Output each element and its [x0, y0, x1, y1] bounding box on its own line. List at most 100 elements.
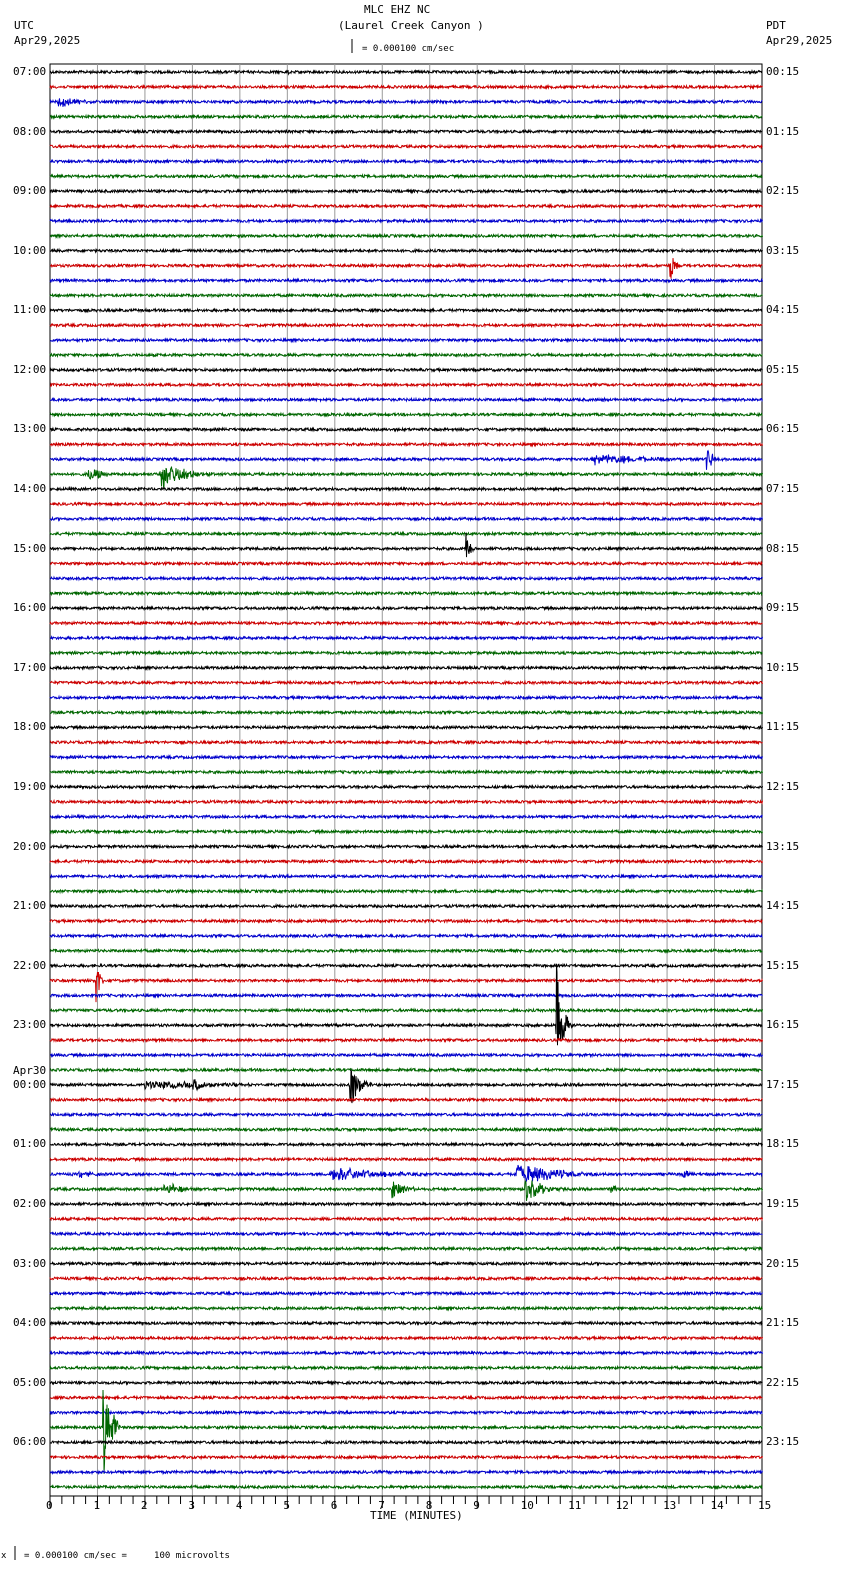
trace-73	[49, 1156, 763, 1163]
trace-84	[49, 1319, 763, 1327]
trace-64	[49, 963, 763, 1046]
utc-hour-label: 03:00	[13, 1256, 47, 1270]
trace-95	[50, 1483, 763, 1491]
trace-47	[49, 768, 763, 776]
plot-area	[14, 39, 763, 1560]
trace-7	[49, 173, 763, 180]
plot-frame	[49, 63, 763, 1497]
trace-52	[49, 843, 763, 850]
utc-hour-label: 17:00	[13, 660, 47, 674]
utc-hour-label: 08:00	[13, 124, 47, 138]
trace-16	[49, 307, 763, 314]
trace-81	[49, 1275, 763, 1282]
trace-31	[49, 530, 763, 537]
trace-88	[49, 1379, 763, 1386]
trace-53	[49, 858, 763, 865]
trace-33	[49, 560, 763, 567]
trace-17	[49, 321, 763, 329]
utc-hour-label: 09:00	[13, 184, 47, 198]
pdt-hour-label: 17:15	[766, 1077, 800, 1091]
trace-75	[49, 1180, 763, 1201]
trace-60	[50, 962, 763, 969]
x-tick-label: 0	[46, 1499, 53, 1512]
date-change-label: Apr30	[13, 1063, 47, 1077]
utc-hour-label: 23:00	[13, 1018, 47, 1032]
utc-hour-label: 18:00	[13, 720, 47, 734]
pdt-hour-label: 22:15	[766, 1375, 800, 1389]
trace-65	[49, 1036, 763, 1044]
trace-32	[49, 532, 763, 558]
trace-94	[49, 1468, 763, 1476]
trace-58	[49, 932, 763, 940]
utc-hour-label: 10:00	[13, 243, 47, 257]
pdt-hour-label: 06:15	[766, 422, 800, 436]
trace-27	[49, 466, 763, 488]
trace-43	[49, 709, 763, 716]
x-tick-label: 3	[188, 1499, 196, 1512]
trace-14	[49, 277, 763, 284]
trace-44	[49, 724, 763, 731]
trace-18	[49, 336, 763, 344]
trace-87	[49, 1364, 763, 1372]
trace-23	[49, 411, 763, 418]
trace-11	[49, 232, 763, 240]
trace-85	[49, 1334, 763, 1342]
x-tick-label: 5	[283, 1499, 290, 1512]
utc-hour-label: 20:00	[13, 839, 47, 853]
pdt-hour-label: 05:15	[766, 362, 800, 376]
trace-8	[49, 187, 763, 195]
pdt-hour-label: 09:15	[766, 601, 800, 615]
trace-67	[49, 1066, 763, 1074]
x-tick-label: 4	[235, 1499, 243, 1512]
trace-93	[49, 1454, 763, 1461]
pdt-hour-label: 00:15	[766, 65, 800, 78]
trace-77	[49, 1215, 763, 1222]
x-tick-label: 15	[758, 1499, 772, 1512]
x-tick-label: 9	[473, 1499, 480, 1512]
pdt-hour-label: 01:15	[766, 124, 800, 138]
trace-6	[49, 158, 763, 165]
trace-40	[49, 664, 763, 672]
utc-hour-label: 07:00	[13, 65, 47, 78]
trace-13	[49, 258, 763, 279]
trace-22	[49, 396, 763, 403]
x-tick-label: 1	[93, 1499, 101, 1512]
trace-45	[49, 739, 763, 746]
trace-91	[49, 1389, 763, 1474]
trace-57	[49, 917, 763, 925]
trace-74	[49, 1164, 763, 1183]
utc-hour-label: 05:00	[13, 1375, 47, 1389]
trace-3	[49, 113, 763, 120]
utc-hour-label: 01:00	[13, 1137, 47, 1151]
trace-39	[49, 649, 763, 657]
trace-1	[49, 83, 763, 91]
x-tick-label: 8	[425, 1499, 433, 1512]
trace-26	[50, 449, 763, 470]
trace-68	[49, 1069, 763, 1104]
trace-36	[49, 604, 763, 612]
trace-20	[49, 366, 763, 374]
pdt-hour-label: 10:15	[766, 660, 800, 674]
pdt-hour-label: 03:15	[766, 243, 800, 257]
pdt-hour-label: 14:15	[766, 899, 800, 913]
x-tick-label: 2	[140, 1499, 148, 1512]
pdt-hour-label: 15:15	[766, 958, 800, 972]
trace-54	[49, 873, 763, 880]
trace-48	[49, 783, 763, 791]
trace-21	[49, 381, 763, 388]
trace-42	[49, 694, 763, 701]
utc-hour-label: 00:00	[13, 1077, 47, 1091]
pdt-hour-label: 21:15	[766, 1316, 800, 1330]
trace-2	[49, 98, 763, 107]
trace-55	[49, 887, 763, 895]
utc-hour-label: 12:00	[13, 362, 47, 376]
pdt-hour-label: 19:15	[766, 1197, 800, 1210]
seismogram: MLC EHZ NC (Laurel Creek Canyon ) UTC Ap…	[0, 0, 850, 1584]
utc-hour-label: 15:00	[13, 541, 47, 555]
pdt-hour-label: 02:15	[766, 184, 800, 198]
trace-38	[49, 634, 763, 642]
pdt-hour-label: 11:15	[766, 720, 800, 734]
trace-83	[49, 1305, 763, 1312]
trace-51	[49, 828, 763, 835]
trace-15	[49, 292, 763, 299]
